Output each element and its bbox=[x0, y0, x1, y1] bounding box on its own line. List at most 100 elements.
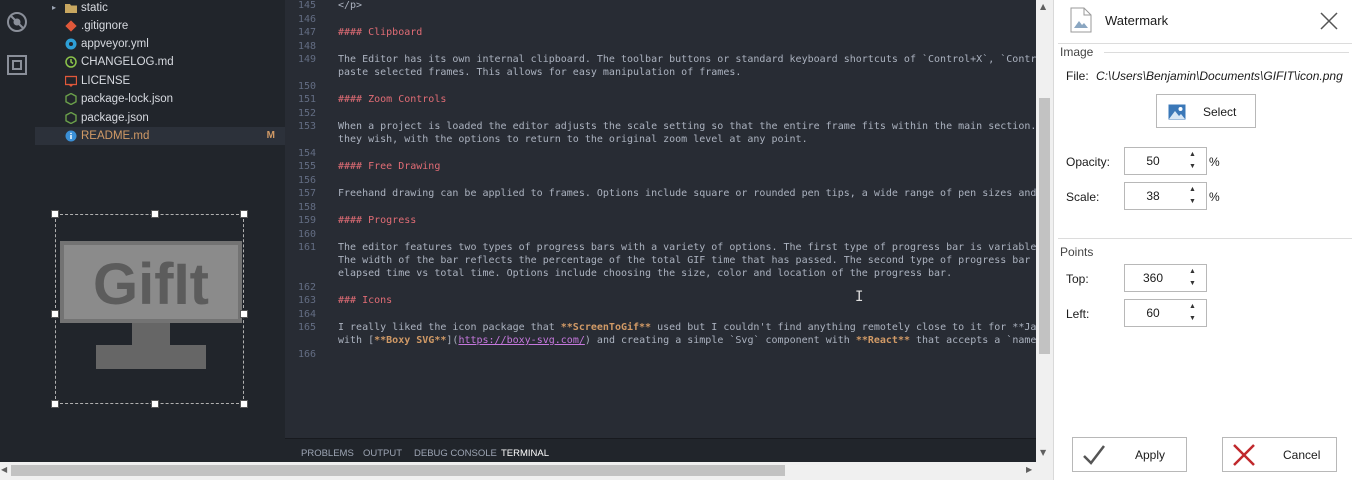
debug-icon[interactable] bbox=[5, 10, 29, 34]
tab-terminal[interactable]: TERMINAL bbox=[501, 448, 549, 459]
line-number: 152 bbox=[297, 107, 316, 119]
increment-icon[interactable]: ▲ bbox=[1189, 268, 1196, 275]
decrement-icon[interactable]: ▼ bbox=[1189, 163, 1196, 170]
code-line[interactable]: 149 The Editor has its own internal clipb… bbox=[285, 53, 1036, 67]
left-label: Left: bbox=[1066, 307, 1090, 321]
tree-item-static[interactable]: ▸ static bbox=[35, 0, 285, 17]
top-label: Top: bbox=[1066, 272, 1089, 286]
line-number: 148 bbox=[297, 40, 316, 52]
divider bbox=[1058, 238, 1352, 239]
scale-stepper[interactable]: 38 ▲ ▼ bbox=[1124, 182, 1207, 210]
select-image-button[interactable]: Select bbox=[1156, 94, 1256, 128]
chevron-right-icon[interactable]: ▸ bbox=[52, 0, 56, 17]
tree-item-gitignore[interactable]: .gitignore bbox=[35, 17, 285, 35]
scale-unit: % bbox=[1209, 190, 1220, 204]
code-line[interactable]: 152 bbox=[285, 107, 1036, 121]
tree-item-label: package-lock.json bbox=[81, 93, 174, 105]
cancel-button[interactable]: Cancel bbox=[1222, 437, 1337, 472]
code-line[interactable]: 153 When a project is loaded the editor a… bbox=[285, 120, 1036, 134]
code-line[interactable]: 165 I really liked the icon package that … bbox=[285, 321, 1036, 335]
tree-item-package[interactable]: package.json bbox=[35, 109, 285, 127]
panel-title: Watermark bbox=[1105, 13, 1169, 28]
decrement-icon[interactable]: ▼ bbox=[1189, 198, 1196, 205]
code-line[interactable]: 154 bbox=[285, 147, 1036, 161]
resize-handle-e[interactable] bbox=[240, 310, 248, 318]
horizontal-scroll-thumb[interactable] bbox=[11, 465, 785, 476]
vertical-scrollbar[interactable]: ▲ ▼ bbox=[1036, 0, 1053, 462]
scroll-right-icon[interactable]: ▶ bbox=[1026, 465, 1032, 474]
line-number: 161 bbox=[297, 242, 316, 253]
left-stepper[interactable]: 60 ▲ ▼ bbox=[1124, 299, 1207, 327]
code-line[interactable]: 148 bbox=[285, 40, 1036, 54]
scroll-down-icon[interactable]: ▼ bbox=[1040, 448, 1046, 457]
line-number: 145 bbox=[297, 0, 316, 11]
opacity-label: Opacity: bbox=[1066, 155, 1111, 169]
resize-handle-n[interactable] bbox=[151, 210, 159, 218]
code-line[interactable]: 145 </p> bbox=[285, 0, 1036, 13]
code-line[interactable]: 146 bbox=[285, 13, 1036, 27]
apply-button[interactable]: Apply bbox=[1072, 437, 1187, 472]
line-number: 166 bbox=[297, 348, 316, 360]
resize-handle-ne[interactable] bbox=[240, 210, 248, 218]
left-value[interactable]: 60 bbox=[1125, 306, 1181, 320]
code-line[interactable]: 160 bbox=[285, 228, 1036, 242]
vertical-scroll-thumb[interactable] bbox=[1039, 98, 1050, 354]
scroll-up-icon[interactable]: ▲ bbox=[1040, 2, 1046, 11]
tab-problems[interactable]: PROBLEMS bbox=[301, 448, 354, 459]
scale-value[interactable]: 38 bbox=[1125, 189, 1181, 203]
code-line[interactable]: 151 #### Zoom Controls bbox=[285, 93, 1036, 107]
scroll-left-icon[interactable]: ◀ bbox=[1, 465, 7, 474]
horizontal-scrollbar[interactable]: ◀ ▶ bbox=[0, 462, 1036, 480]
tree-item-readme[interactable]: README.md M bbox=[35, 127, 285, 145]
resize-handle-se[interactable] bbox=[240, 400, 248, 408]
watermark-selection[interactable] bbox=[51, 210, 248, 408]
close-icon[interactable] bbox=[1316, 8, 1342, 34]
resize-handle-sw[interactable] bbox=[51, 400, 59, 408]
tree-item-appveyor[interactable]: appveyor.yml bbox=[35, 35, 285, 53]
code-editor[interactable]: 145 </p> 146 147 #### Clipboard 148 149 The Edi… bbox=[285, 0, 1036, 438]
file-label: File: bbox=[1066, 69, 1089, 83]
extensions-icon[interactable] bbox=[5, 53, 29, 77]
tree-item-changelog[interactable]: CHANGELOG.md bbox=[35, 53, 285, 71]
increment-icon[interactable]: ▲ bbox=[1189, 186, 1196, 193]
opacity-stepper[interactable]: 50 ▲ ▼ bbox=[1124, 147, 1207, 175]
code-line[interactable]: 162 bbox=[285, 281, 1036, 295]
divider bbox=[1058, 43, 1352, 44]
code-line[interactable]: elapsed time vs total time. Options incl… bbox=[285, 267, 1036, 281]
increment-icon[interactable]: ▲ bbox=[1189, 151, 1196, 158]
appveyor-icon bbox=[65, 38, 77, 50]
code-line[interactable]: 155 #### Free Drawing bbox=[285, 160, 1036, 174]
line-text: The width of the bar reflects the percen… bbox=[338, 255, 1036, 266]
code-line[interactable]: with [**Boxy SVG**](https://boxy-svg.com… bbox=[285, 334, 1036, 348]
tab-debug-console[interactable]: DEBUG CONSOLE bbox=[414, 448, 497, 459]
increment-icon[interactable]: ▲ bbox=[1189, 303, 1196, 310]
code-line[interactable]: 156 bbox=[285, 174, 1036, 188]
tree-item-package-lock[interactable]: package-lock.json bbox=[35, 90, 285, 108]
decrement-icon[interactable]: ▼ bbox=[1189, 315, 1196, 322]
decrement-icon[interactable]: ▼ bbox=[1189, 280, 1196, 287]
code-line[interactable]: The width of the bar reflects the percen… bbox=[285, 254, 1036, 268]
code-line[interactable]: 158 bbox=[285, 201, 1036, 215]
code-line[interactable]: 166 bbox=[285, 348, 1036, 362]
tree-item-license[interactable]: LICENSE bbox=[35, 72, 285, 90]
line-text: with [**Boxy SVG**](https://boxy-svg.com… bbox=[338, 335, 1036, 346]
line-text: paste selected frames. This allows for e… bbox=[338, 67, 742, 78]
tab-output[interactable]: OUTPUT bbox=[363, 448, 402, 459]
resize-handle-nw[interactable] bbox=[51, 210, 59, 218]
top-stepper[interactable]: 360 ▲ ▼ bbox=[1124, 264, 1207, 292]
code-line[interactable]: 161 The editor features two types of prog… bbox=[285, 241, 1036, 255]
code-line[interactable]: 159 #### Progress bbox=[285, 214, 1036, 228]
code-line[interactable]: paste selected frames. This allows for e… bbox=[285, 66, 1036, 80]
code-line[interactable]: they wish, with the options to return to… bbox=[285, 133, 1036, 147]
resize-handle-w[interactable] bbox=[51, 310, 59, 318]
apply-label: Apply bbox=[1135, 448, 1166, 462]
code-line[interactable]: 163 ### Icons bbox=[285, 294, 1036, 308]
top-value[interactable]: 360 bbox=[1125, 271, 1181, 285]
code-line[interactable]: 147 #### Clipboard bbox=[285, 26, 1036, 40]
code-line[interactable]: 164 bbox=[285, 308, 1036, 322]
resize-handle-s[interactable] bbox=[151, 400, 159, 408]
code-line[interactable]: 150 bbox=[285, 80, 1036, 94]
code-line[interactable]: 157 Freehand drawing can be applied to fr… bbox=[285, 187, 1036, 201]
opacity-value[interactable]: 50 bbox=[1125, 154, 1181, 168]
frame-preview[interactable]: ▸ static .gitignore appveyor.yml CHANGEL… bbox=[0, 0, 1036, 462]
